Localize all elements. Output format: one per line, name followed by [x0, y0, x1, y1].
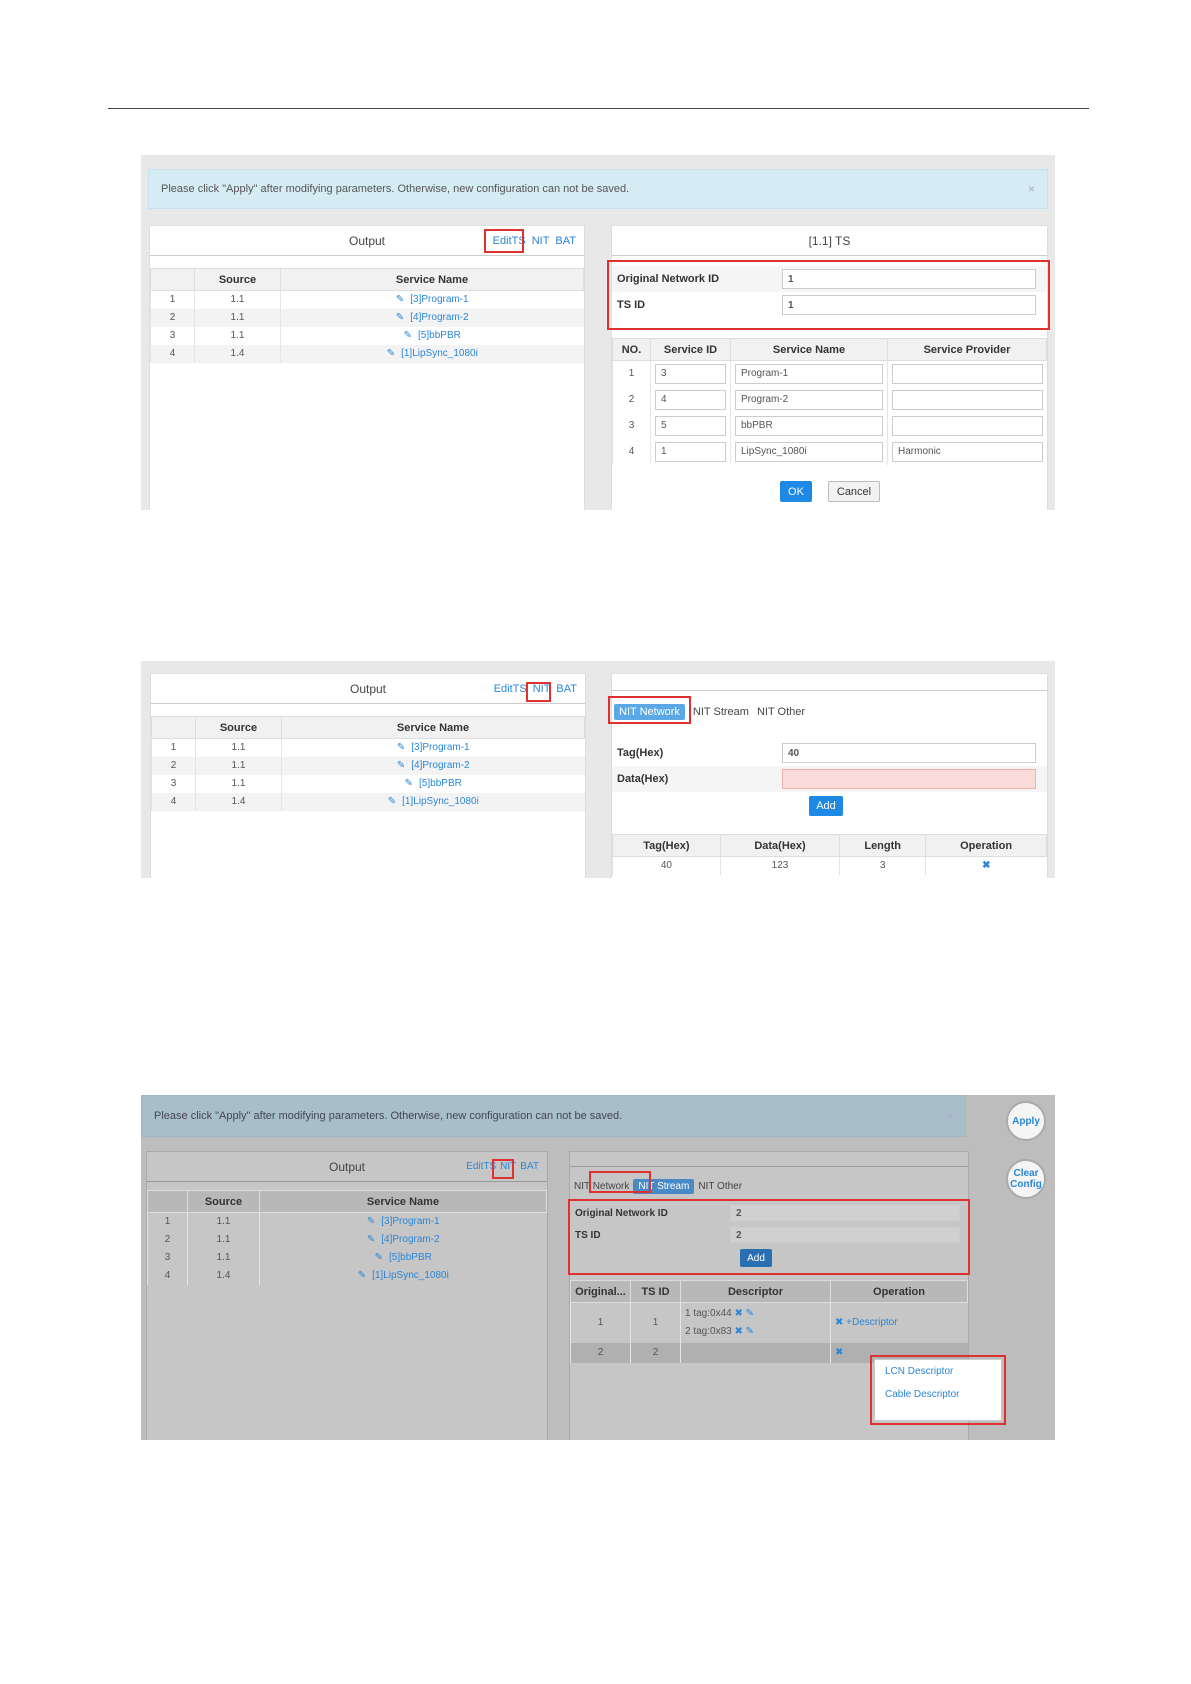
screenshot-nit-stream: Please click "Apply" after modifying par… [141, 1095, 1055, 1440]
table-row: 2 1.1 ✎ [4]Program-2 [150, 308, 584, 327]
highlight-ts-fields [607, 260, 1050, 330]
add-button[interactable]: Add [809, 796, 843, 816]
highlight-stream-fields [568, 1199, 970, 1275]
add-descriptor-link[interactable]: +Descriptor [846, 1317, 897, 1328]
apply-button[interactable]: Apply [1006, 1101, 1046, 1141]
table-row: 3 1.1 ✎ [5]bbPBR [151, 774, 585, 793]
highlight-editts [484, 229, 524, 253]
link-nit[interactable]: NIT [532, 235, 550, 247]
screenshot-nit-network: Output EditTS NIT BAT Source Service Name… [141, 661, 1055, 878]
service-table: NO. Service ID Service Name Service Provide… [612, 338, 1047, 465]
output-panel: Output EditTS NIT BAT Source Service Name… [149, 225, 585, 510]
tab-nit-other[interactable]: NIT Other [698, 1181, 742, 1192]
table-row: 3 1.1 ✎ [5]bbPBR [150, 326, 584, 345]
pencil-icon: ✎ [395, 312, 405, 323]
screenshot-edit-ts: Please click "Apply" after modifying par… [141, 155, 1055, 510]
link-bat[interactable]: BAT [555, 235, 576, 247]
delete-icon[interactable]: ✖ [735, 1326, 743, 1337]
cancel-button[interactable]: Cancel [828, 481, 880, 502]
output-table: Source Service Name 1 1.1 ✎ [3]Program-1 2 1.… [150, 268, 584, 363]
table-row: 2 1.1 ✎ [4]Program-2 [147, 1230, 547, 1249]
table-row: 40 123 3 ✖ [612, 856, 1047, 875]
output-panel: Output EditTS NIT BAT Source Service Name… [146, 1151, 548, 1440]
table-row: 4 1 LipSync_1080i Harmonic [612, 438, 1047, 465]
delete-icon[interactable]: ✖ [925, 856, 1047, 875]
ts-title: [1.1] TS [612, 226, 1047, 256]
table-row: 3 1.1 ✎ [5]bbPBR [147, 1248, 547, 1267]
pencil-icon: ✎ [387, 796, 397, 807]
link-bat[interactable]: BAT [520, 1161, 539, 1172]
pencil-icon: ✎ [366, 1234, 376, 1245]
tag-hex-input[interactable]: 40 [782, 743, 1036, 763]
nit-network-table: Tag(Hex) Data(Hex) Length Operation 40 123 3 ✖ [612, 834, 1047, 875]
table-row: 3 5 bbPBR [612, 412, 1047, 439]
clear-config-button[interactable]: Clear Config [1006, 1159, 1046, 1199]
pencil-icon: ✎ [374, 1252, 384, 1263]
link-bat[interactable]: BAT [556, 683, 577, 695]
pencil-icon: ✎ [366, 1216, 376, 1228]
apply-alert: Please click "Apply" after modifying par… [141, 1095, 966, 1137]
tag-hex-label: Tag(Hex) [617, 747, 664, 759]
link-editts[interactable]: EditTS [494, 683, 527, 695]
table-row: 2 1.1 ✎ [4]Program-2 [151, 756, 585, 775]
highlight-nit [526, 682, 551, 702]
pencil-icon: ✎ [396, 760, 406, 771]
table-row: 11 1 tag:0x44 ✖ ✎ 2 tag:0x83 ✖ ✎ ✖ +Desc… [570, 1302, 968, 1343]
table-row: 4 1.4 ✎ [1]LipSync_1080i [150, 344, 584, 363]
output-panel: Output EditTS NIT BAT Source Service Name… [150, 673, 586, 878]
col-service-name: Service Name [280, 268, 584, 291]
table-row: 1 1.1 ✎ [3]Program-1 [151, 738, 585, 757]
table-row: 1 1.1 ✎ [3]Program-1 [150, 290, 584, 309]
highlight-nit-network [608, 696, 691, 724]
table-row: 4 1.4 ✎ [1]LipSync_1080i [151, 792, 585, 811]
pencil-icon: ✎ [357, 1270, 367, 1281]
table-row: 1 3 Program-1 [612, 360, 1047, 387]
nit-stream-table: Original... TS ID Descriptor Operation 11 1… [570, 1280, 968, 1363]
data-hex-label: Data(Hex) [617, 773, 669, 785]
tab-nit-other[interactable]: NIT Other [757, 706, 805, 718]
output-table: Source Service Name 1 1.1 ✎ [3]Program-1 2 1.… [151, 716, 585, 811]
pencil-icon: ✎ [404, 778, 414, 789]
tab-nit-stream[interactable]: NIT Stream [693, 706, 749, 718]
pencil-icon: ✎ [396, 742, 406, 754]
page-rule [108, 108, 1089, 109]
output-table: Source Service Name 1 1.1 ✎ [3]Program-1 2 1.… [147, 1190, 547, 1285]
ok-button[interactable]: OK [780, 481, 812, 502]
table-row: 2 4 Program-2 [612, 386, 1047, 413]
table-row: 1 1.1 ✎ [3]Program-1 [147, 1212, 547, 1231]
edit-icon[interactable]: ✎ [746, 1326, 754, 1337]
delete-icon[interactable]: ✖ [835, 1317, 843, 1328]
highlight-nit-stream [589, 1171, 651, 1193]
pencil-icon: ✎ [403, 330, 413, 341]
close-icon[interactable]: × [946, 1109, 953, 1123]
pencil-icon: ✎ [395, 294, 405, 306]
edit-icon[interactable]: ✎ [746, 1308, 754, 1319]
apply-alert: Please click "Apply" after modifying par… [148, 169, 1048, 209]
alert-text: Please click "Apply" after modifying par… [161, 183, 630, 195]
delete-icon[interactable]: ✖ [835, 1347, 843, 1358]
close-icon[interactable]: × [1028, 182, 1035, 196]
highlight-nit [492, 1159, 514, 1179]
alert-text: Please click "Apply" after modifying par… [154, 1110, 623, 1122]
pencil-icon: ✎ [386, 348, 396, 359]
data-hex-input[interactable] [782, 769, 1036, 789]
delete-icon[interactable]: ✖ [735, 1308, 743, 1319]
highlight-dropdown [870, 1355, 1006, 1425]
table-row: 4 1.4 ✎ [1]LipSync_1080i [147, 1266, 547, 1285]
col-source: Source [194, 268, 281, 291]
